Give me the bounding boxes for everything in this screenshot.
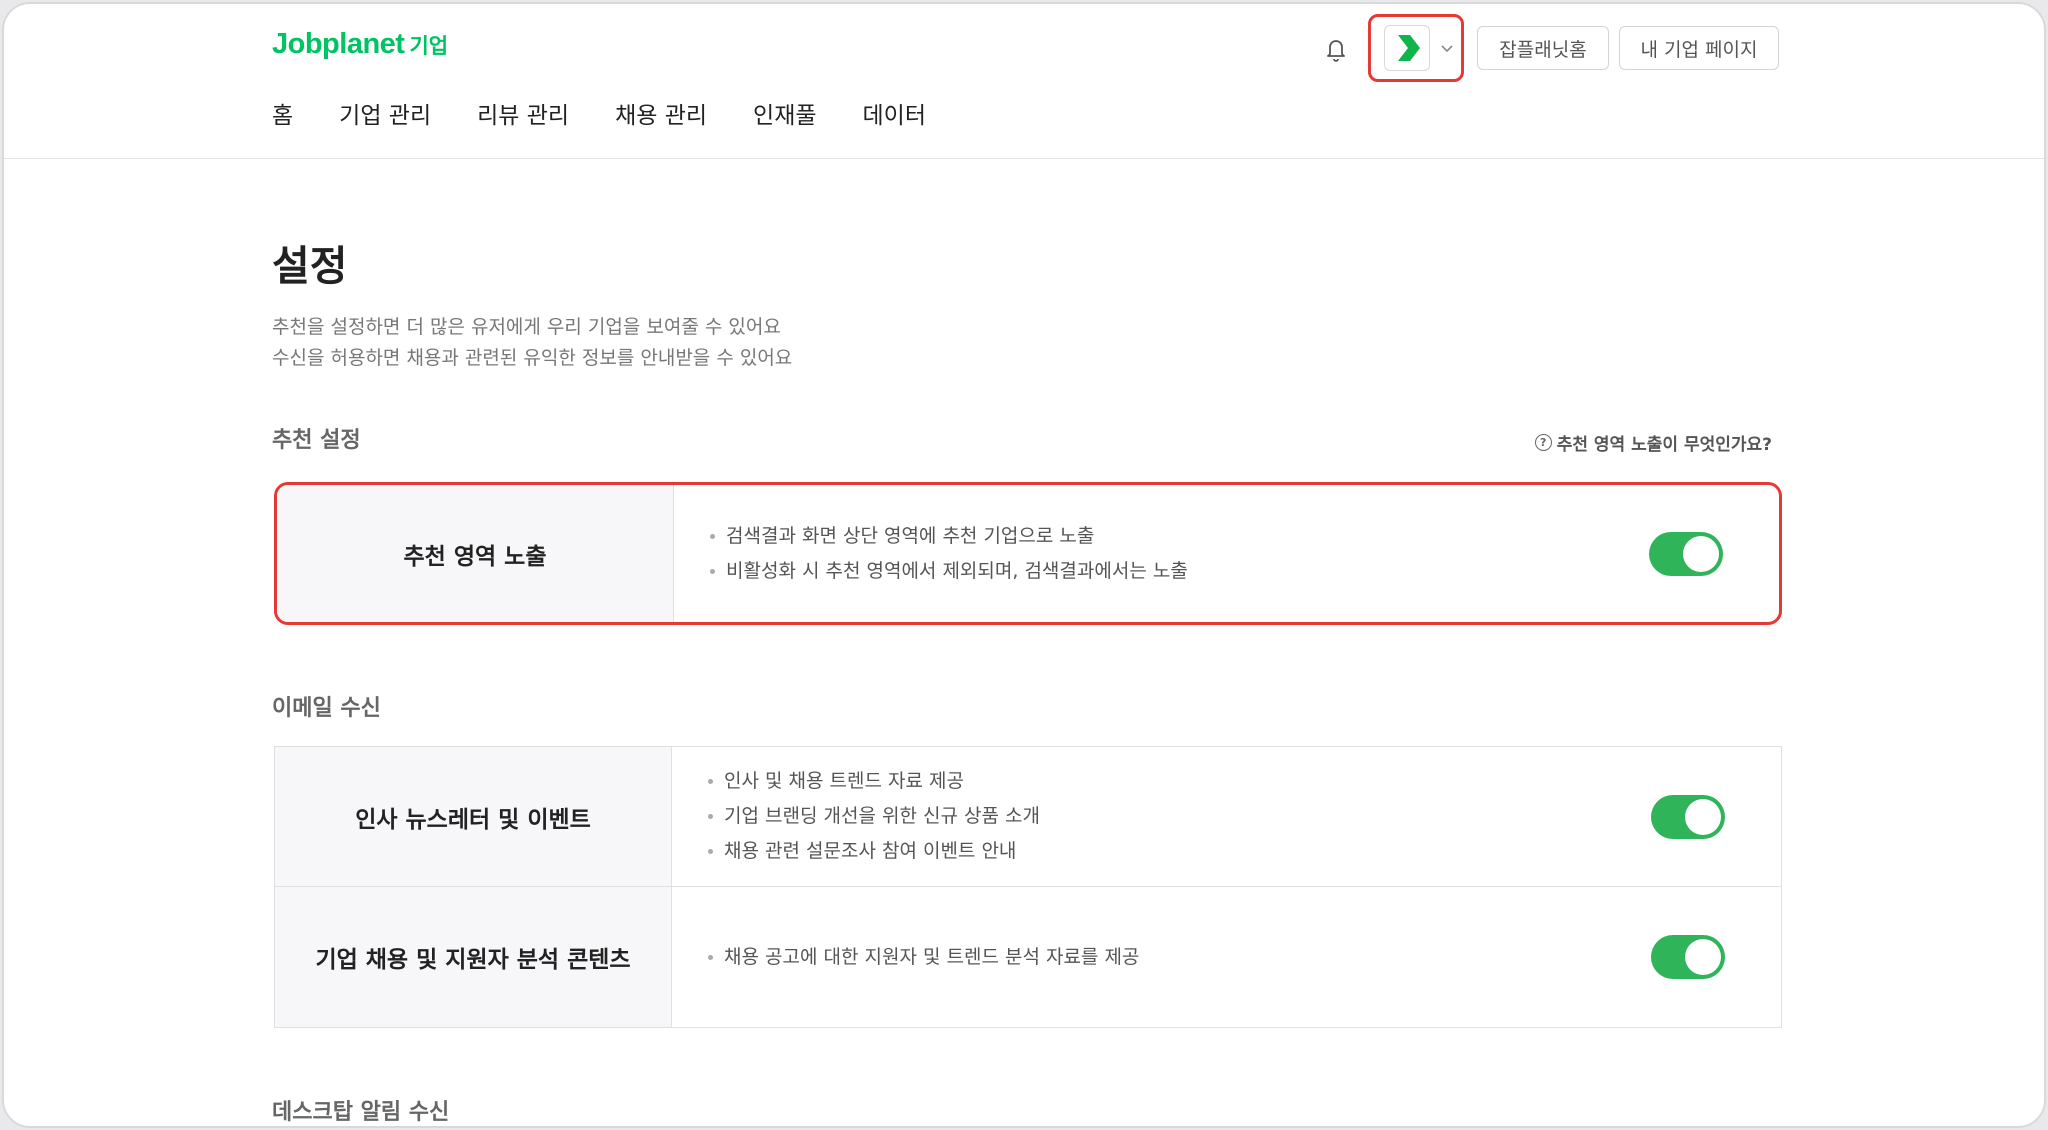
company-logo-icon: [1384, 25, 1430, 71]
question-icon: ?: [1534, 434, 1552, 451]
setting-body: 검색결과 화면 상단 영역에 추천 기업으로 노출 비활성화 시 추천 영역에서…: [674, 485, 1779, 622]
description-line: 추천을 설정하면 더 많은 유저에게 우리 기업을 보여줄 수 있어요: [272, 316, 781, 338]
section-title-desktop: 데스크탑 알림 수신: [272, 1100, 450, 1125]
jobplanet-logo[interactable]: Jobplanet 기업: [272, 28, 448, 61]
my-company-page-button[interactable]: 내 기업 페이지: [1619, 26, 1779, 70]
logo-text: Jobplanet: [272, 28, 405, 60]
help-link-label: 추천 영역 노출이 무엇인가요?: [1556, 435, 1772, 455]
newsletter-toggle[interactable]: [1651, 794, 1725, 839]
description-line: 수신을 허용하면 채용과 관련된 유익한 정보를 안내받을 수 있어요: [272, 347, 793, 369]
page-description: 추천을 설정하면 더 많은 유저에게 우리 기업을 보여줄 수 있어요 수신을 …: [272, 312, 792, 374]
section-title-recommend: 추천 설정: [272, 428, 361, 453]
recommend-help-link[interactable]: ? 추천 영역 노출이 무엇인가요?: [1534, 430, 1772, 455]
setting-bullet: 비활성화 시 추천 영역에서 제외되며, 검색결과에서는 노출: [710, 554, 1779, 589]
setting-row: 추천 영역 노출 검색결과 화면 상단 영역에 추천 기업으로 노출 비활성화 …: [277, 485, 1779, 622]
setting-body: 채용 공고에 대한 지원자 및 트렌드 분석 자료를 제공: [672, 887, 1781, 1027]
nav-review-management[interactable]: 리뷰 관리: [477, 96, 569, 130]
page-title: 설정: [272, 242, 348, 290]
setting-bullet: 검색결과 화면 상단 영역에 추천 기업으로 노출: [710, 519, 1779, 554]
company-switcher[interactable]: [1368, 14, 1464, 82]
analysis-content-toggle[interactable]: [1651, 935, 1725, 979]
recommend-exposure-toggle[interactable]: [1649, 531, 1723, 576]
setting-body: 인사 및 채용 트렌드 자료 제공 기업 브랜딩 개선을 위한 신규 상품 소개…: [672, 747, 1781, 886]
email-settings-table: 인사 뉴스레터 및 이벤트 인사 및 채용 트렌드 자료 제공 기업 브랜딩 개…: [274, 746, 1782, 1028]
top-header: Jobplanet 기업 홈 기업 관리 리뷰 관리 채용 관리 인재풀 데이터: [4, 4, 2044, 159]
setting-label: 기업 채용 및 지원자 분석 콘텐츠: [275, 887, 672, 1027]
jobplanet-home-button[interactable]: 잡플래닛홈: [1477, 26, 1609, 70]
nav-recruit-management[interactable]: 채용 관리: [615, 96, 707, 130]
main-nav: 홈 기업 관리 리뷰 관리 채용 관리 인재풀 데이터: [272, 96, 926, 130]
setting-label: 인사 뉴스레터 및 이벤트: [275, 747, 672, 886]
nav-company-management[interactable]: 기업 관리: [339, 96, 431, 130]
nav-home[interactable]: 홈: [272, 96, 293, 130]
setting-bullet: 인사 및 채용 트렌드 자료 제공: [708, 764, 1781, 799]
setting-bullet: 기업 브랜딩 개선을 위한 신규 상품 소개: [708, 799, 1781, 834]
nav-talent-pool[interactable]: 인재풀: [753, 96, 816, 130]
bell-icon[interactable]: [1322, 34, 1350, 64]
setting-label: 추천 영역 노출: [277, 485, 674, 622]
section-title-email: 이메일 수신: [272, 696, 381, 721]
setting-bullet: 채용 관련 설문조사 참여 이벤트 안내: [708, 834, 1781, 869]
nav-data[interactable]: 데이터: [863, 96, 926, 130]
setting-row: 기업 채용 및 지원자 분석 콘텐츠 채용 공고에 대한 지원자 및 트렌드 분…: [275, 887, 1781, 1027]
chevron-down-icon: [1441, 45, 1453, 53]
setting-row: 인사 뉴스레터 및 이벤트 인사 및 채용 트렌드 자료 제공 기업 브랜딩 개…: [275, 747, 1781, 887]
setting-bullet: 채용 공고에 대한 지원자 및 트렌드 분석 자료를 제공: [708, 940, 1781, 975]
recommend-settings-table: 추천 영역 노출 검색결과 화면 상단 영역에 추천 기업으로 노출 비활성화 …: [274, 482, 1782, 625]
logo-suffix: 기업: [409, 34, 449, 58]
app-window: Jobplanet 기업 홈 기업 관리 리뷰 관리 채용 관리 인재풀 데이터: [2, 2, 2046, 1128]
